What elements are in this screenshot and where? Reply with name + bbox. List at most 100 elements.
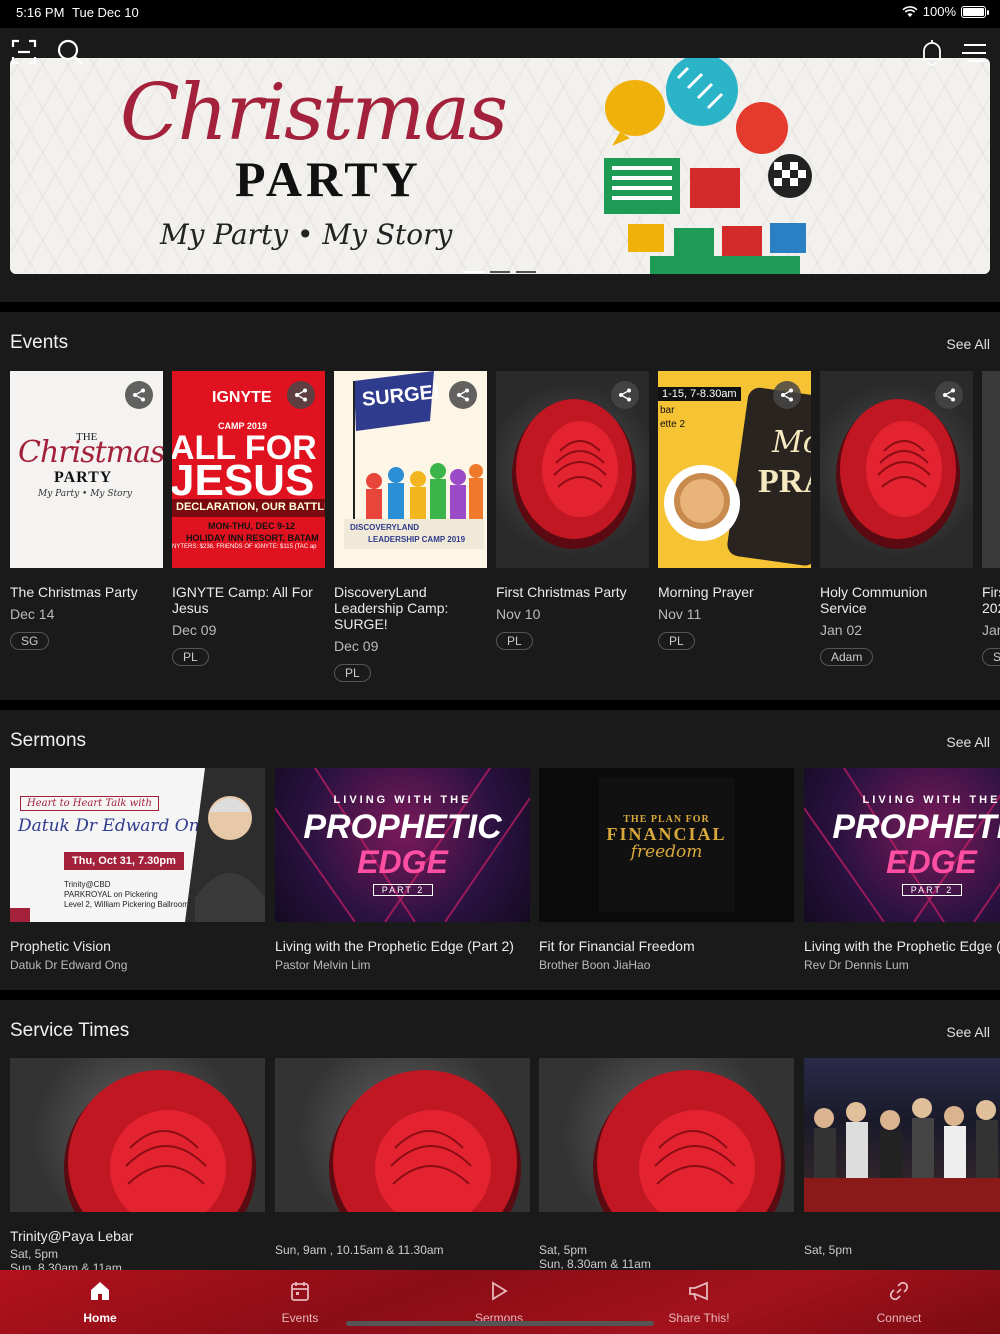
tab-label: Events [281, 1311, 319, 1325]
sermon-speaker: Brother Boon JiaHao [539, 958, 651, 972]
thumb-text: PART 2 [902, 884, 962, 896]
sermon-title: Fit for Financial Freedom [539, 938, 695, 954]
megaphone-icon [689, 1281, 708, 1301]
thumb-text: LIVING WITH THE [862, 794, 1000, 806]
event-tag: PL [496, 632, 533, 650]
event-thumbnail: IGNYTE CAMP 2019 ALL FOR JESUS DECLARATI… [172, 371, 325, 568]
sermon-card[interactable]: Heart to Heart Talk with Datuk Dr Edward… [10, 768, 265, 972]
events-section: Events See All THE Christmas PARTY My Pa… [0, 312, 1000, 700]
service-thumbnail [275, 1058, 530, 1212]
thumb-text: HOLIDAY INN RESORT, BATAM [186, 533, 319, 543]
tab-connect[interactable]: Connect [839, 1280, 959, 1325]
event-card[interactable]: Firs 202 Jan S [982, 371, 1000, 666]
service-thumbnail [804, 1058, 1000, 1212]
sermon-speaker: Rev Dr Dennis Lum [804, 958, 909, 972]
share-button[interactable] [935, 381, 963, 409]
share-button[interactable] [773, 381, 801, 409]
sermon-thumbnail: THE PLAN FOR FINANCIAL freedom [539, 768, 794, 922]
sermon-card[interactable]: LIVING WITH THE PROPHETIC EDGE PART 2 Li… [275, 768, 530, 972]
event-thumbnail: SURGE! DISCOVERYLAND LEADERSHIP CAMP 201… [334, 371, 487, 568]
battery-percent: 100% [922, 4, 956, 19]
service-card[interactable]: Trinity@Paya Lebar Sat, 5pm Sun, 8.30am … [10, 1058, 265, 1270]
event-date: Nov 11 [658, 606, 702, 622]
event-date: Dec 14 [10, 606, 55, 622]
events-title: Events [10, 332, 69, 353]
speech-bubbles-graphic [604, 58, 812, 274]
thumb-text: Thu, Oct 31, 7.30pm [64, 852, 184, 870]
event-card[interactable]: First Christmas Party Nov 10 PL [496, 371, 649, 650]
service-card[interactable]: Sat, 5pm Sun, 8.30am & 11am [539, 1058, 794, 1270]
thumb-text: PROPHETIC [303, 808, 502, 846]
service-thumbnail [539, 1058, 794, 1212]
status-time: 5:16 PM [16, 5, 65, 20]
share-button[interactable] [449, 381, 477, 409]
sermon-thumbnail: Heart to Heart Talk with Datuk Dr Edward… [10, 768, 265, 922]
event-title: Holy Communion Service [820, 584, 928, 616]
hero-tagline: My Party • My Story [160, 218, 453, 251]
event-card[interactable]: Holy Communion Service Jan 02 Adam [820, 371, 973, 666]
top-toolbar [0, 28, 1000, 68]
thumb-text: MON-THU, DEC 9-12 [208, 521, 296, 531]
share-icon [781, 388, 793, 402]
tab-share-this[interactable]: Share This! [639, 1280, 759, 1325]
sermon-title: Prophetic Vision [10, 938, 111, 954]
thumb-text: JESUS [172, 456, 315, 505]
carousel-dot[interactable] [464, 271, 484, 273]
link-icon [889, 1281, 909, 1301]
status-right: 100% [902, 4, 989, 19]
carousel-dot[interactable] [490, 271, 510, 273]
sermon-card[interactable]: LIVING WITH THE PROPHETIC EDGE PART 2 Li… [804, 768, 1000, 972]
speaker-photo [185, 768, 265, 922]
home-indicator [346, 1321, 654, 1326]
event-date: Dec 09 [334, 638, 379, 654]
carousel-dot[interactable] [516, 271, 536, 273]
sermons-title: Sermons [10, 730, 87, 751]
service-card[interactable]: Sun, 9am , 10.15am & 11.30am [275, 1058, 530, 1257]
service-card[interactable]: Sat, 5pm [804, 1058, 1000, 1257]
tab-home[interactable]: Home [40, 1280, 160, 1325]
hero-banner[interactable]: Christmas PARTY My Party • My Story [10, 58, 990, 274]
sermons-see-all-link[interactable]: See All [946, 734, 990, 750]
event-tag: Adam [820, 648, 874, 666]
sermon-card[interactable]: THE PLAN FOR FINANCIAL freedom Fit for F… [539, 768, 794, 972]
event-tag: PL [172, 648, 209, 666]
event-card[interactable]: THE Christmas PARTY My Party • My Story … [10, 371, 163, 650]
events-see-all-link[interactable]: See All [946, 336, 990, 352]
event-card[interactable]: 1-15, 7-8.30am bar ette 2 Mo PRA Morning… [658, 371, 811, 650]
share-button[interactable] [125, 381, 153, 409]
hero-section: Christmas PARTY My Party • My Story [0, 28, 1000, 302]
service-thumbnail [10, 1058, 265, 1212]
scan-icon[interactable] [10, 38, 38, 66]
bell-icon[interactable] [918, 38, 946, 66]
congregation-photo [804, 1098, 1000, 1212]
service-times-title: Service Times [10, 1020, 130, 1041]
service-times-see-all-link[interactable]: See All [946, 1024, 990, 1040]
tab-sermons[interactable]: Sermons [439, 1280, 559, 1325]
share-icon [295, 388, 307, 402]
thumb-text: Heart to Heart Talk with [20, 796, 159, 811]
thumb-text: PARTY [54, 469, 113, 486]
thumb-text: IGNYTE [212, 389, 272, 406]
thumb-text: My Party • My Story [38, 489, 132, 499]
battery-icon [961, 5, 989, 18]
calendar-icon [291, 1282, 309, 1301]
thumb-text: PART 2 [373, 884, 433, 896]
home-icon [91, 1282, 109, 1300]
hero-title: PARTY [235, 151, 422, 207]
event-card[interactable]: SURGE! DISCOVERYLAND LEADERSHIP CAMP 201… [334, 371, 487, 682]
event-card[interactable]: IGNYTE CAMP 2019 ALL FOR JESUS DECLARATI… [172, 371, 325, 666]
event-tag: PL [658, 632, 695, 650]
carousel-indicator[interactable] [0, 271, 1000, 273]
status-bar: 5:16 PM Tue Dec 10 100% [0, 0, 1000, 28]
tab-label: Connect [876, 1311, 922, 1325]
menu-icon[interactable] [960, 38, 988, 66]
event-title: First Christmas Party [496, 584, 627, 600]
search-icon[interactable] [56, 38, 84, 66]
event-thumbnail [496, 371, 649, 568]
tab-events[interactable]: Events [240, 1280, 360, 1325]
share-button[interactable] [611, 381, 639, 409]
share-button[interactable] [287, 381, 315, 409]
thumb-text: Trinity@CBD PARKROYAL on Pickering Level… [64, 880, 189, 909]
service-location: Trinity@Paya Lebar [10, 1228, 134, 1244]
event-thumbnail [820, 371, 973, 568]
